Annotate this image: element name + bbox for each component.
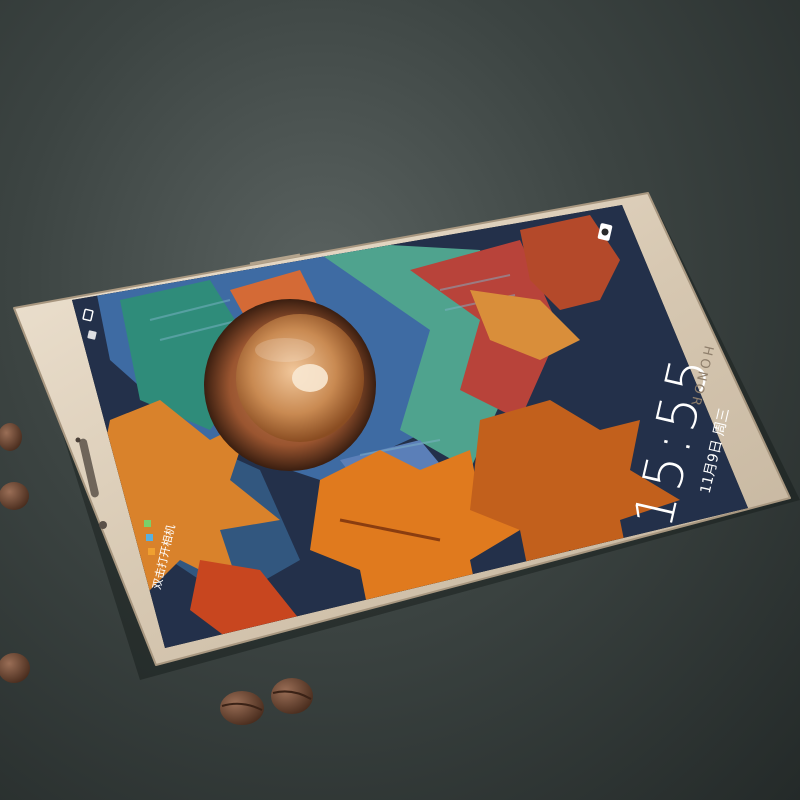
coffee-bean	[220, 691, 264, 725]
app-shortcut-icon[interactable]	[146, 534, 153, 541]
coffee-bean	[0, 423, 22, 451]
coffee-bean	[0, 482, 29, 510]
coffee-bean	[0, 653, 30, 683]
front-camera	[99, 521, 107, 529]
app-shortcut-icon[interactable]	[148, 548, 155, 555]
app-shortcut-icon[interactable]	[144, 520, 151, 527]
light-sensor	[75, 437, 81, 443]
photo-scene: 15:55 11月9日 周三 双击打开相机 HONOR	[0, 192, 800, 725]
coffee-bean	[271, 678, 313, 714]
